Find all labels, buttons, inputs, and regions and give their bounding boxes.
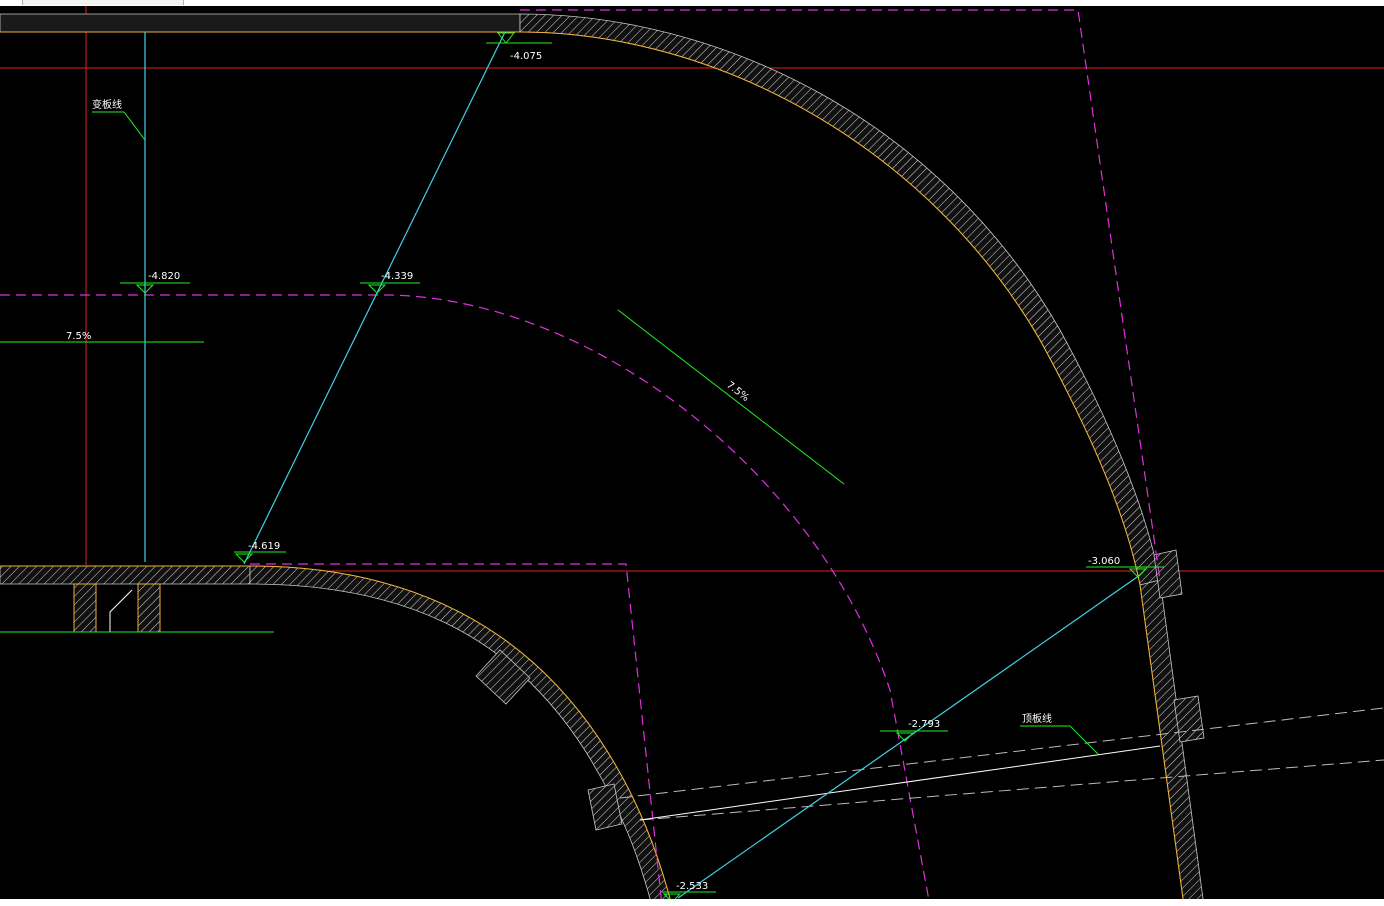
top-slab-label: 顶板线 [1022, 712, 1052, 725]
grey-dashed-lower [639, 759, 1384, 821]
lower-wall-edge [0, 565, 673, 906]
elevation-marker-1: -4.075 [486, 32, 552, 62]
column-left-a [73, 583, 97, 633]
left-slab-label: 变板线 [92, 98, 122, 111]
slope-arrow-line [617, 309, 845, 485]
slope-diagonal-label: 7.5% [724, 380, 751, 404]
elevation-marker-4: -4.619 [234, 541, 286, 563]
svg-text:-4.619: -4.619 [248, 541, 280, 552]
top-wall-straight [0, 13, 521, 33]
column-slope-mark [109, 589, 133, 632]
elevation-marker-6: -2.793 [880, 719, 948, 742]
cyan-diagonal-upper [243, 31, 506, 565]
left-slab-leader [92, 111, 146, 141]
top-wall-inner-edge [0, 31, 1141, 586]
lower-wall-curve [249, 565, 673, 906]
cad-drawing-canvas[interactable]: 7.5% 7.5% 变板线 顶板线 -4.075 -4.820 -4.339 -… [0, 0, 1384, 906]
svg-text:-2.533: -2.533 [676, 881, 708, 892]
svg-text:-3.060: -3.060 [1088, 556, 1120, 567]
white-slab-line [639, 745, 1161, 821]
svg-text:-4.075: -4.075 [510, 51, 542, 62]
elevation-marker-2: -4.820 [120, 271, 190, 294]
elevation-marker-3: -4.339 [360, 271, 420, 294]
top-wall-curve [519, 13, 1161, 586]
slope-left-label: 7.5% [66, 331, 91, 342]
bottom-window-strip [0, 899, 1384, 906]
lower-wall-straight [0, 565, 251, 585]
svg-text:-2.793: -2.793 [908, 719, 940, 730]
right-wall-lower [1139, 579, 1205, 906]
magenta-top-outline [520, 9, 1161, 581]
grey-dashed-upper [619, 707, 1384, 799]
svg-text:-4.339: -4.339 [381, 271, 413, 282]
column-left-b [137, 583, 161, 633]
svg-text:-4.820: -4.820 [148, 271, 180, 282]
